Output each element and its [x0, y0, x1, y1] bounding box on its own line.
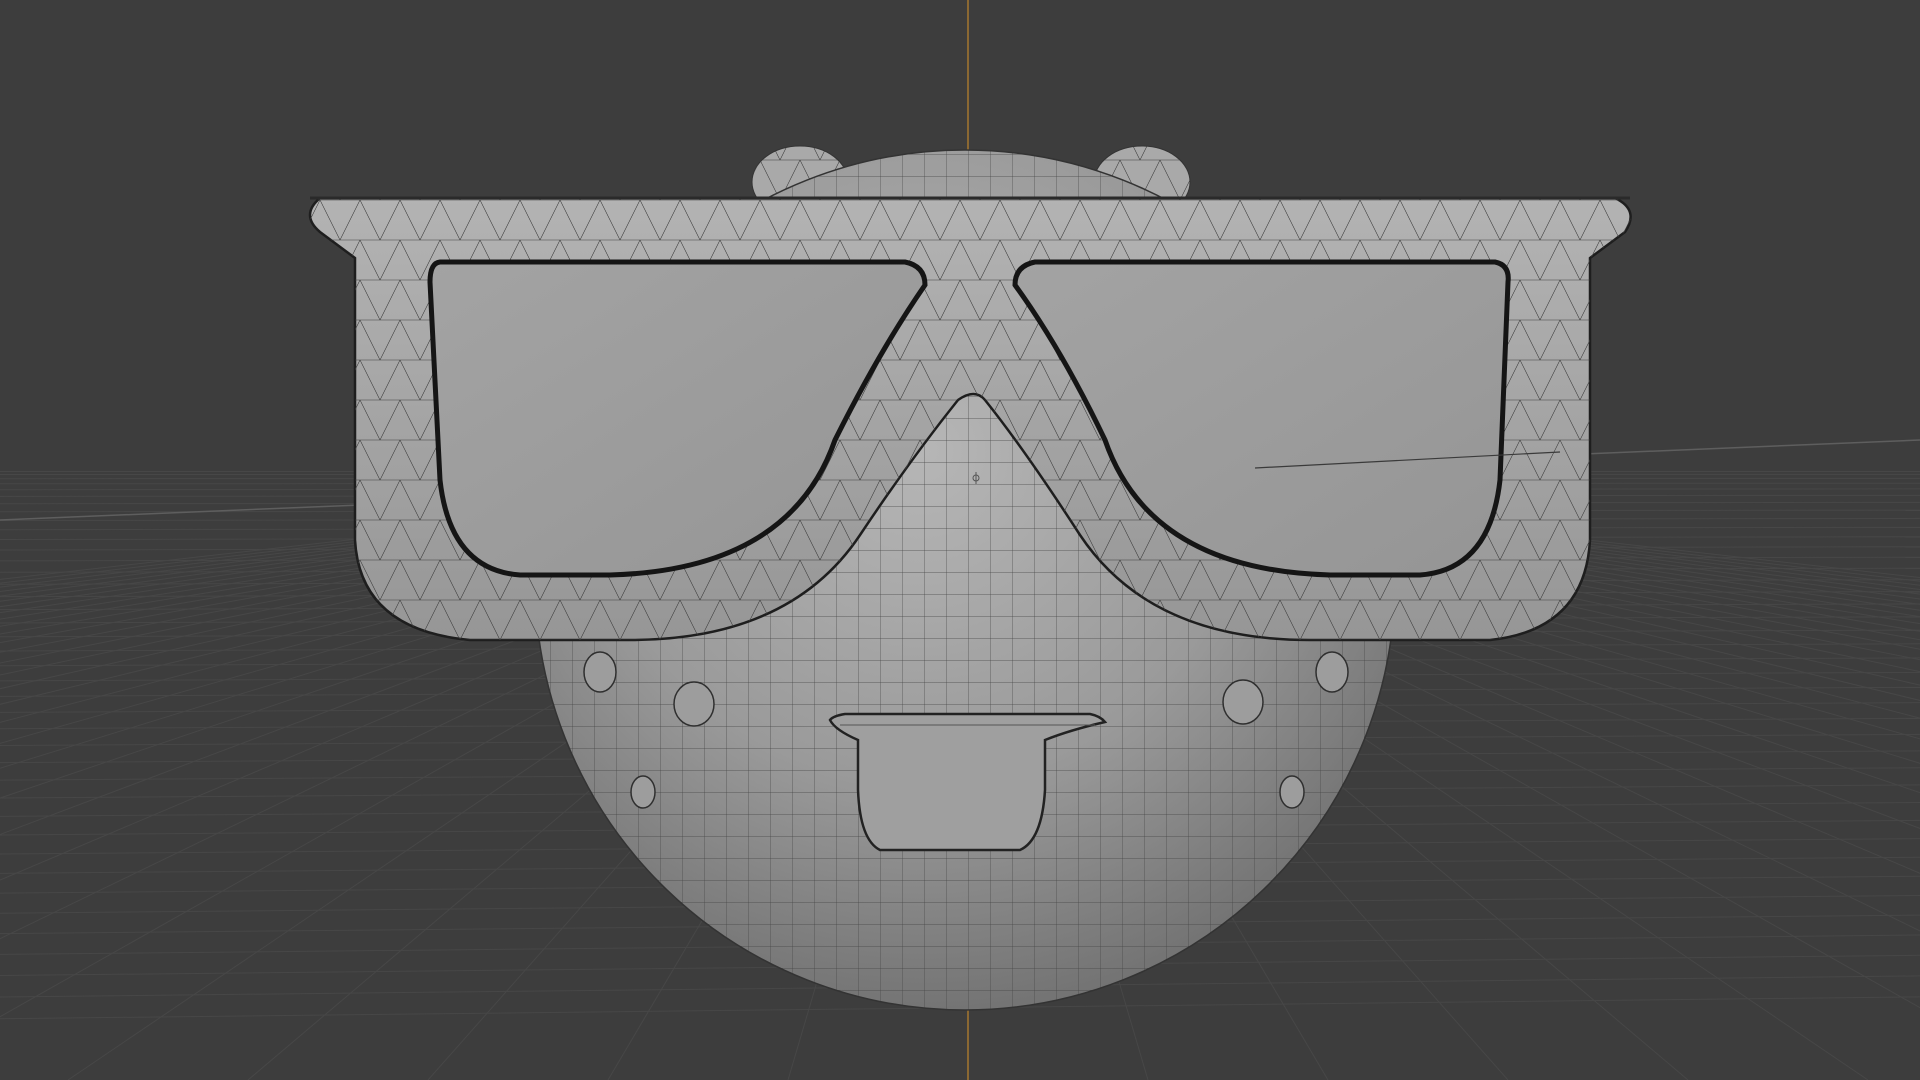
viewport-canvas[interactable] [0, 0, 1920, 1080]
3d-viewport[interactable] [0, 0, 1920, 1080]
